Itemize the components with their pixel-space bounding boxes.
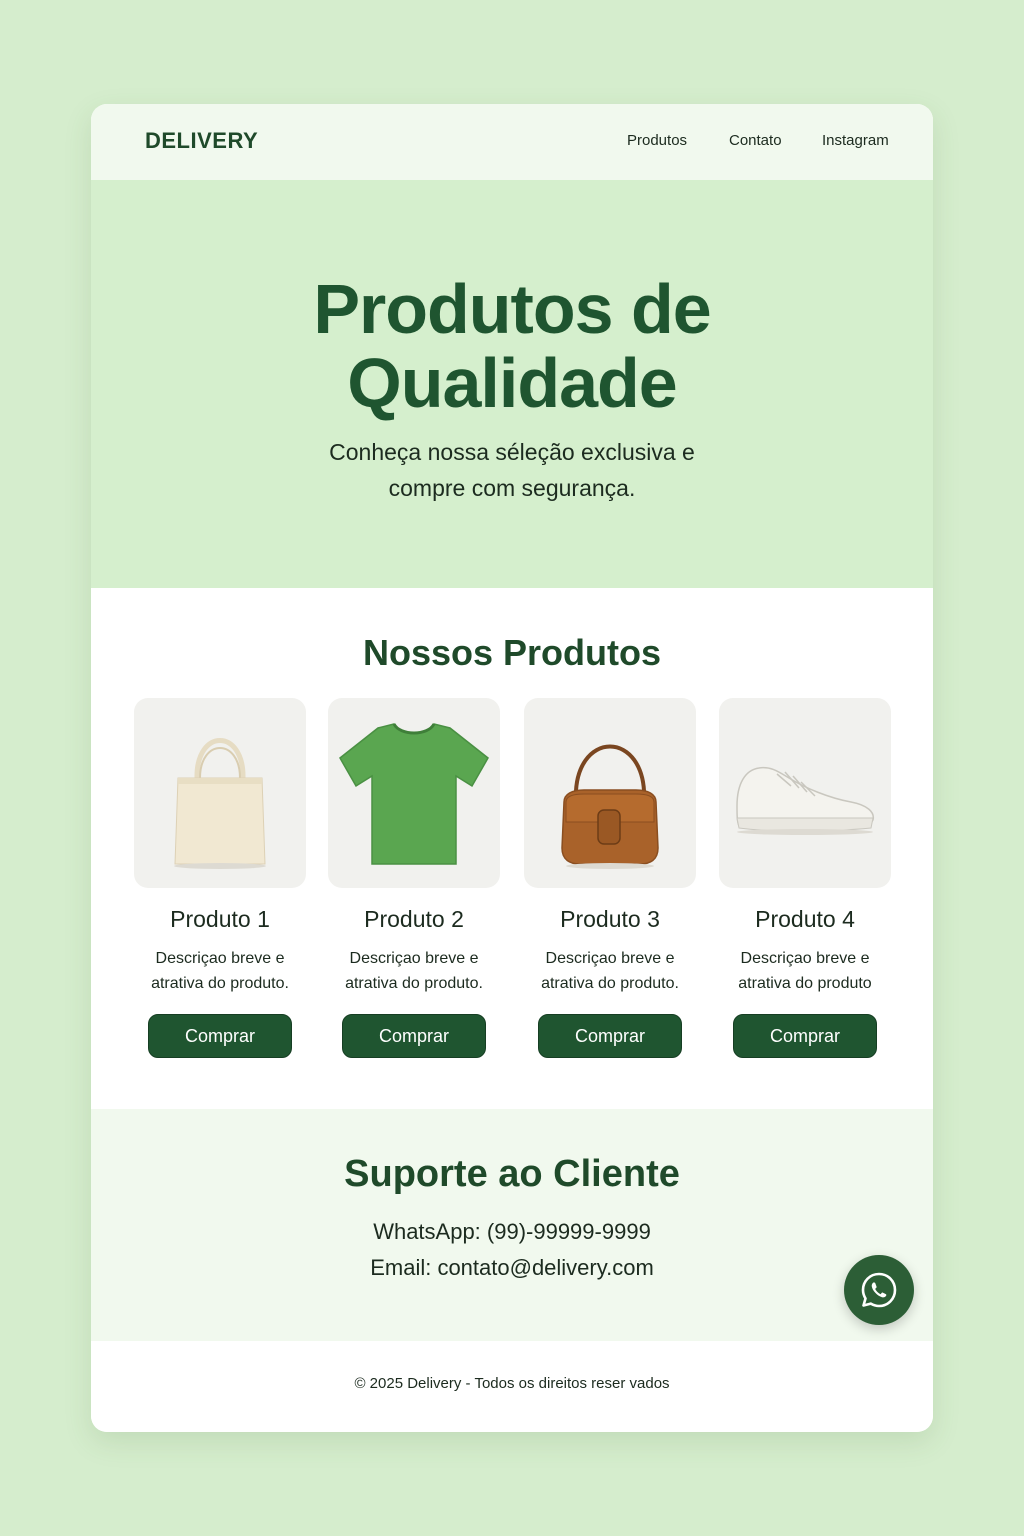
product-desc-3: Descriçao breve e atrativa do produto. xyxy=(514,946,706,996)
handbag-icon xyxy=(561,744,659,869)
product-card-4: Produto 4 Descriçao breve e atrativa do … xyxy=(719,698,891,1068)
logo[interactable]: DELIVERY xyxy=(145,128,258,154)
product-image-1[interactable] xyxy=(134,698,306,888)
footer: © 2025 Delivery - Todos os direitos rese… xyxy=(91,1341,933,1432)
whatsapp-icon xyxy=(861,1272,897,1308)
product-name-1: Produto 1 xyxy=(170,906,270,932)
product-desc-1-line-2: atrativa do produto. xyxy=(151,975,289,992)
product-desc-2-line-2: atrativa do produto. xyxy=(345,975,483,992)
buy-button-2[interactable]: Comprar xyxy=(342,1014,486,1058)
whatsapp-float-button[interactable] xyxy=(844,1255,914,1325)
products-section: Nossos Produtos Produto 1 Descriçao brev… xyxy=(91,588,933,1109)
product-image-3[interactable] xyxy=(524,698,696,888)
product-desc-3-line-2: atrativa do produto. xyxy=(541,975,679,992)
product-card-1: Produto 1 Descriçao breve e atrativa do … xyxy=(134,698,306,1068)
sneaker-icon xyxy=(736,766,875,835)
support-heading: Suporte ao Cliente xyxy=(344,1153,680,1195)
t-shirt-icon xyxy=(339,723,489,865)
page-card: DELIVERY Produtos Contato Instagram Prod… xyxy=(91,104,933,1432)
hero-subtitle: Conheça nossa séleção exclusiva e compre… xyxy=(91,434,933,506)
support-email[interactable]: Email: contato@delivery.com xyxy=(91,1255,933,1281)
product-desc-2: Descriçao breve e atrativa do produto. xyxy=(318,946,510,996)
buy-button-1[interactable]: Comprar xyxy=(148,1014,292,1058)
product-desc-4-line-1: Descriçao breve e xyxy=(740,950,870,967)
hero-title-line-2: Qualidade xyxy=(347,344,677,422)
product-card-2: Produto 2 Descriçao breve e atrativa do … xyxy=(328,698,500,1068)
product-image-2[interactable] xyxy=(328,698,500,888)
product-image-4[interactable] xyxy=(719,698,891,888)
nav-link-contato[interactable]: Contato xyxy=(729,132,782,149)
top-nav: DELIVERY Produtos Contato Instagram xyxy=(91,104,933,180)
buy-button-3[interactable]: Comprar xyxy=(538,1014,682,1058)
product-name-2: Produto 2 xyxy=(364,906,464,932)
product-name-4: Produto 4 xyxy=(755,906,855,932)
products-heading: Nossos Produtos xyxy=(362,632,662,673)
product-card-3: Produto 3 Descriçao breve e atrativa do … xyxy=(524,698,696,1068)
support-whatsapp[interactable]: WhatsApp: (99)-99999-9999 xyxy=(91,1219,933,1245)
footer-copyright: © 2025 Delivery - Todos os direitos rese… xyxy=(354,1375,670,1392)
product-desc-3-line-1: Descriçao breve e xyxy=(545,950,675,967)
product-name-3: Produto 3 xyxy=(560,906,660,932)
product-desc-1-line-1: Descriçao breve e xyxy=(155,950,285,967)
hero-title-line-1: Produtos de xyxy=(313,270,711,348)
buy-button-4[interactable]: Comprar xyxy=(733,1014,877,1058)
nav-link-produtos[interactable]: Produtos xyxy=(627,132,687,149)
hero-subtitle-line-1: Conheça nossa séleção exclusiva e xyxy=(329,439,695,465)
hero-subtitle-line-2: compre com segurança. xyxy=(388,475,636,501)
product-desc-4: Descriçao breve e atrativa do produto xyxy=(709,946,901,996)
tote-bag-icon xyxy=(174,738,266,869)
support-section: Suporte ao Cliente WhatsApp: (99)-99999-… xyxy=(91,1109,933,1341)
hero-section: Produtos de Qualidade Conheça nossa séle… xyxy=(91,180,933,588)
product-desc-1: Descriçao breve e atrativa do produto. xyxy=(124,946,316,996)
nav-link-instagram[interactable]: Instagram xyxy=(822,132,889,149)
product-desc-2-line-1: Descriçao breve e xyxy=(349,950,479,967)
hero-title: Produtos de Qualidade xyxy=(91,272,933,420)
product-desc-4-line-2: atrativa do produto xyxy=(738,975,872,992)
